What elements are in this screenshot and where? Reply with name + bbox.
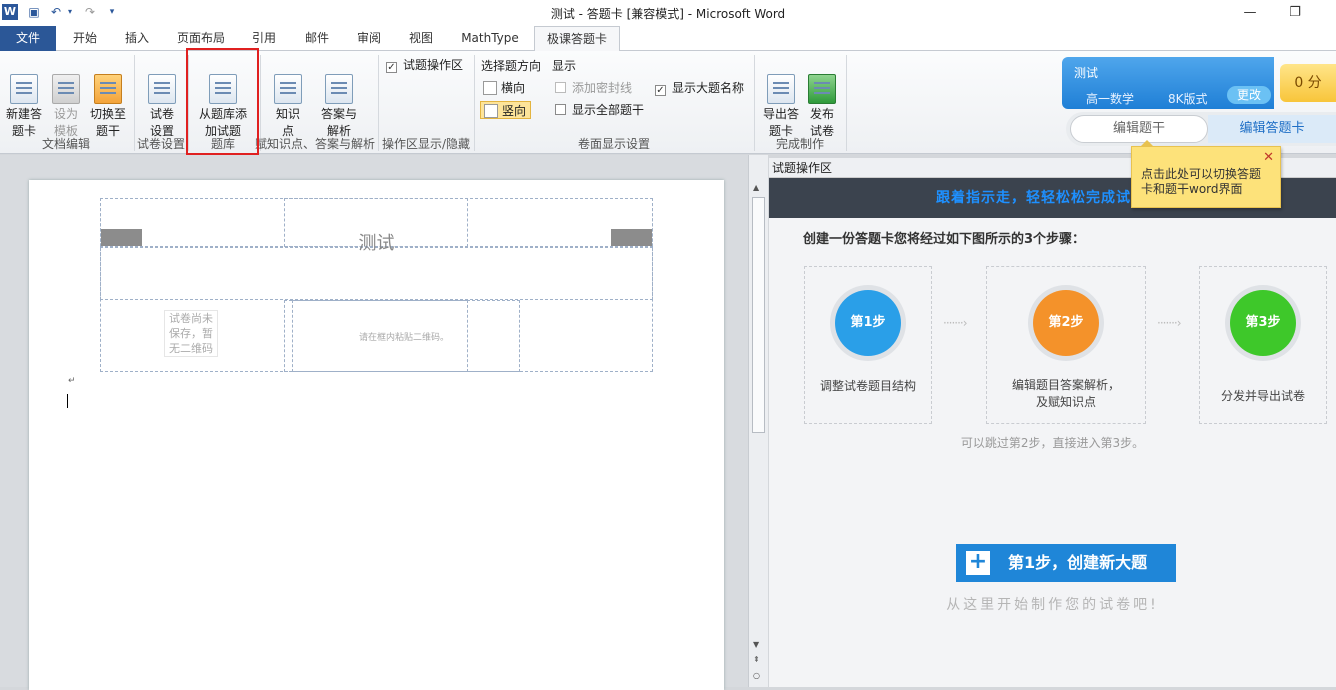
create-big-question-button[interactable]: + 第1步，创建新大题 [956, 544, 1176, 582]
tooltip-text: 点击此处可以切换答题卡和题干word界面 [1141, 167, 1262, 196]
group-op-toggle-label: 操作区显示/隐藏 [381, 137, 471, 151]
tab-mailings[interactable]: 邮件 [294, 26, 340, 51]
browse-object-icon[interactable]: ○ [753, 671, 760, 680]
group-separator [846, 55, 847, 151]
window-title: 测试 - 答题卡 [兼容模式] - Microsoft Word [550, 7, 786, 21]
arrow-icon: ·······› [1157, 316, 1181, 330]
step-3-text: 分发并导出试卷 [1220, 389, 1305, 403]
document-title[interactable]: 测试 [100, 229, 653, 255]
arrow-icon: ·······› [943, 316, 967, 330]
publish-button[interactable]: 发布 试卷 [804, 57, 840, 140]
step-card-2: 第2步 编辑题目答案解析， 及赋知识点 [986, 266, 1146, 424]
close-icon[interactable]: ✕ [1263, 150, 1274, 165]
step-card-1: 第1步 调整试卷题目结构 [804, 266, 932, 424]
publish-icon [808, 74, 836, 104]
step-card-3: 第3步 分发并导出试卷 [1199, 266, 1327, 424]
checked-icon: ✓ [655, 85, 666, 96]
vertical-option[interactable]: 竖向 [480, 101, 532, 119]
test-info-card: 测试 高一数学 8K版式 更改 [1062, 57, 1274, 109]
group-layout-label: 卷面显示设置 [577, 137, 650, 151]
seal-line-checkbox[interactable]: 添加密封线 [555, 79, 632, 97]
edit-stem-tab[interactable]: 编辑题干 [1070, 115, 1208, 143]
tab-home[interactable]: 开始 [60, 26, 110, 51]
show-big-names-checkbox[interactable]: ✓ 显示大题名称 [655, 79, 744, 97]
prev-page-icon[interactable]: ⇞ [753, 655, 760, 664]
switch-tooltip: ✕ 点击此处可以切换答题卡和题干word界面 [1131, 140, 1281, 208]
restore-button[interactable]: ❐ [1275, 2, 1315, 24]
tab-review[interactable]: 审阅 [346, 26, 392, 51]
tab-answer-card[interactable]: 极课答题卡 [534, 26, 620, 52]
document-area: 测试 试卷尚未保存，暂无二维码 请在框内粘贴二维码。 ↵ [0, 155, 748, 690]
new-card-button[interactable]: 新建答 题卡 [2, 57, 46, 140]
pane-intro: 创建一份答题卡您将经过如下图所示的3个步骤： [803, 232, 1086, 247]
group-finish-label: 完成制作 [775, 137, 824, 151]
score-display: 0 分 [1280, 64, 1336, 102]
start-note: 从这里开始制作您的试卷吧! [946, 597, 1159, 613]
tab-file[interactable]: 文件 [0, 26, 56, 51]
scroll-thumb[interactable] [752, 197, 765, 433]
answer-analysis-button[interactable]: 答案与 解析 [316, 57, 362, 140]
horizontal-icon [483, 81, 497, 95]
step-1-badge: 第1步 [835, 290, 901, 356]
tab-mathtype[interactable]: MathType [452, 26, 528, 51]
test-subject: 高一数学 [1086, 92, 1135, 106]
paragraph-mark-icon: ↵ [68, 376, 76, 386]
knowledge-point-button[interactable]: 知识 点 [268, 57, 308, 140]
document-scrollbar[interactable]: ▲ ▼ ⇞ ○ [748, 155, 768, 687]
qr-note: 请在框内粘贴二维码。 [359, 333, 450, 343]
text-cursor [67, 394, 68, 408]
task-pane: 试题操作区 跟着指示走，轻轻松松完成试卷 创建一份答题卡您将经过如下图所示的3个… [769, 158, 1336, 687]
new-card-icon [10, 74, 38, 104]
paper-settings-button[interactable]: 试卷 设置 [140, 57, 184, 140]
knowledge-icon [274, 74, 302, 104]
mode-switch: 编辑题干 编辑答题卡 [1066, 112, 1336, 146]
tab-view[interactable]: 视图 [398, 26, 444, 51]
change-button[interactable]: 更改 [1227, 86, 1271, 104]
save-note: 试卷尚未保存，暂无二维码 [164, 310, 218, 357]
vertical-icon [484, 104, 498, 118]
plus-icon: + [966, 551, 990, 575]
highlight-box [186, 48, 259, 155]
group-knowledge-label: 赋知识点、答案与解析 [254, 137, 375, 151]
switch-stem-button[interactable]: 切换至 题干 [86, 57, 130, 140]
step-2-badge: 第2步 [1033, 290, 1099, 356]
checked-icon: ✓ [386, 62, 397, 73]
op-area-checkbox[interactable]: ✓ 试题操作区 [386, 56, 463, 74]
step-3-badge: 第3步 [1230, 290, 1296, 356]
export-icon [767, 74, 795, 104]
display-label: 显示 [552, 59, 577, 73]
set-template-button[interactable]: 设为 模板 [46, 57, 86, 140]
group-paper-settings-label: 试卷设置 [136, 137, 185, 151]
skip-note: 可以跳过第2步，直接进入第3步。 [960, 436, 1145, 450]
document-page[interactable]: 测试 试卷尚未保存，暂无二维码 请在框内粘贴二维码。 ↵ [29, 180, 724, 690]
create-button-label: 第1步，创建新大题 [1008, 553, 1148, 572]
answer-icon [325, 74, 353, 104]
horizontal-option[interactable]: 横向 [483, 79, 525, 97]
switch-icon [94, 74, 122, 104]
test-format: 8K版式 [1168, 92, 1208, 106]
edit-card-tab[interactable]: 编辑答题卡 [1208, 115, 1336, 143]
scroll-up-icon[interactable]: ▲ [753, 183, 759, 192]
minimize-button[interactable]: — [1230, 2, 1270, 24]
title-bar: W ▣ ↶ ▾ ↷ ▾ 测试 - 答题卡 [兼容模式] - Microsoft … [0, 0, 1336, 26]
scroll-down-icon[interactable]: ▼ [753, 640, 759, 649]
step-2-text: 编辑题目答案解析， 及赋知识点 [1011, 378, 1120, 409]
tab-insert[interactable]: 插入 [114, 26, 160, 51]
show-all-stems-checkbox[interactable]: 显示全部题干 [555, 101, 644, 119]
test-name: 测试 [1074, 66, 1099, 80]
template-icon [52, 74, 80, 104]
group-doc-edit-label: 文档编辑 [41, 137, 90, 151]
paper-settings-icon [148, 74, 176, 104]
step-1-text: 调整试卷题目结构 [819, 379, 916, 393]
export-card-button[interactable]: 导出答 题卡 [760, 57, 802, 140]
direction-label: 选择题方向 [481, 59, 542, 73]
